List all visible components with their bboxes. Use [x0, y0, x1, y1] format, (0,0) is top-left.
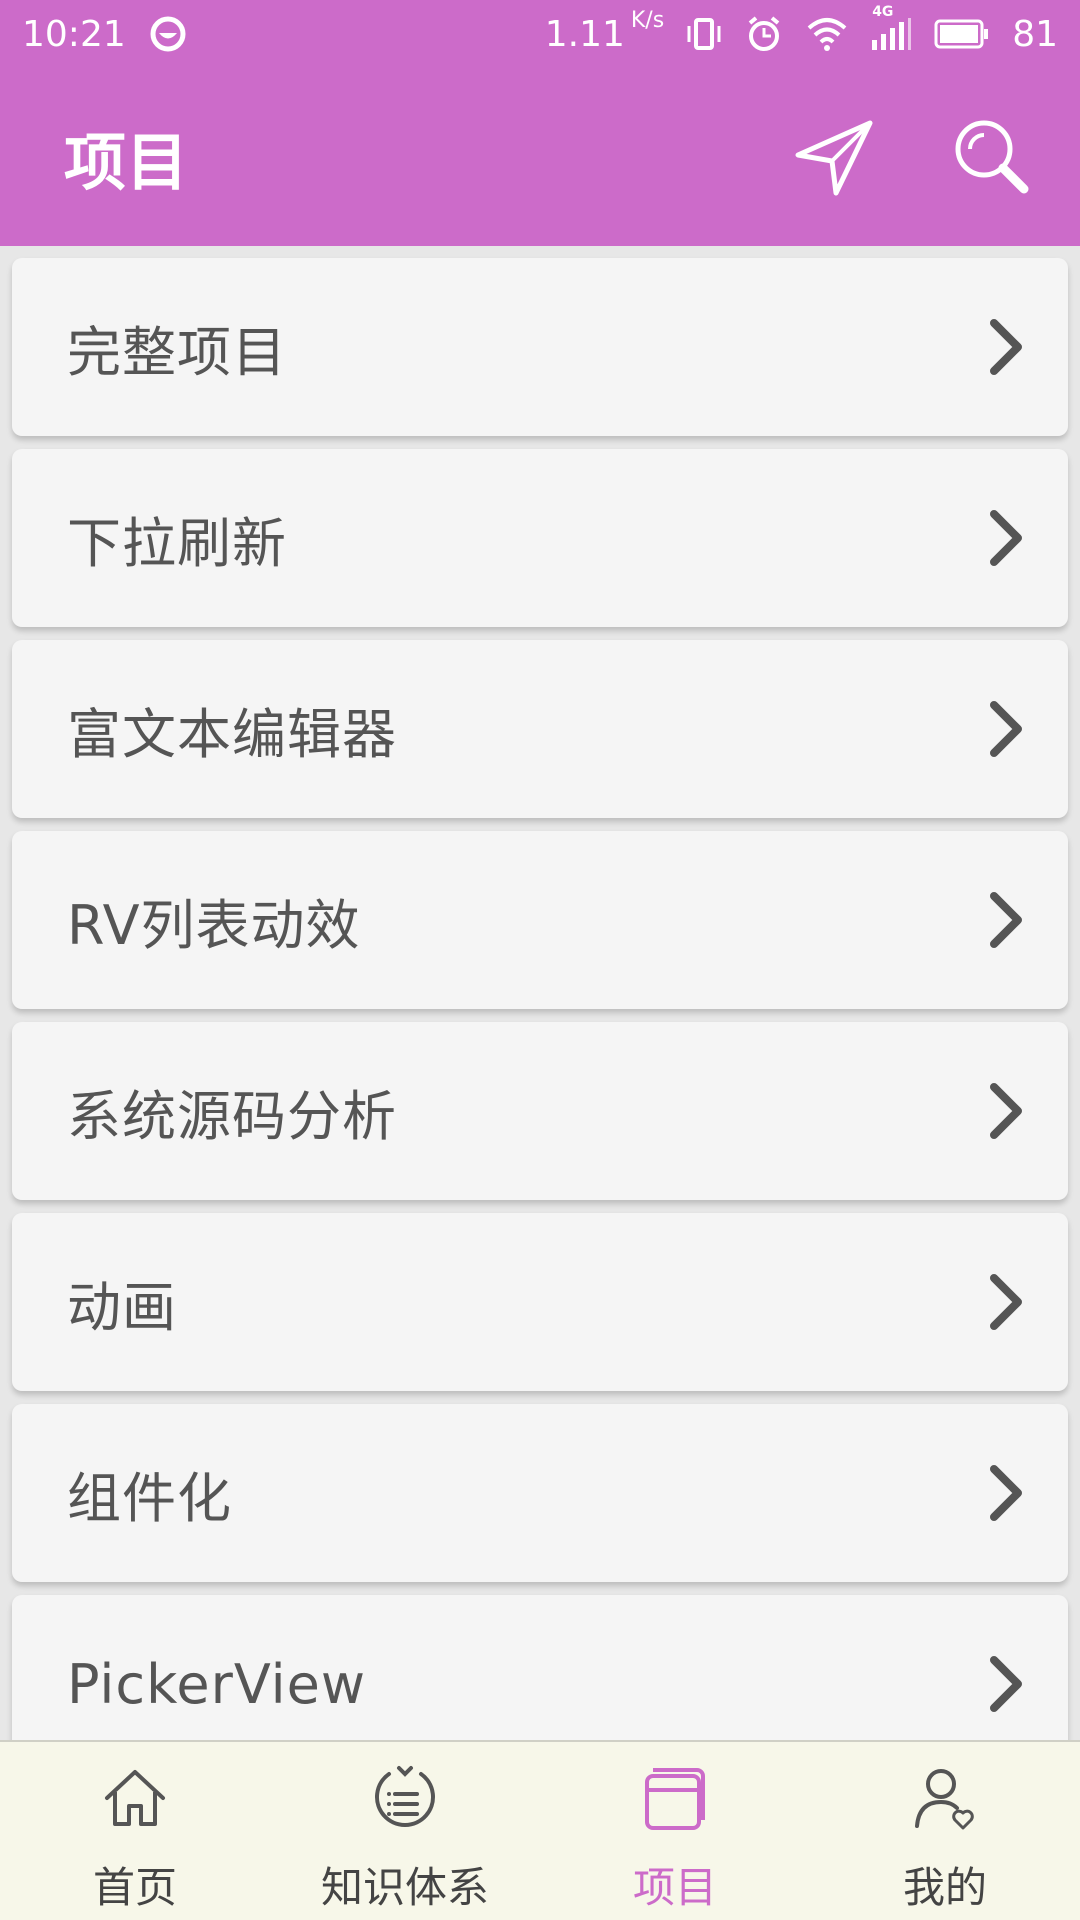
list-item[interactable]: 组件化 — [12, 1404, 1068, 1582]
alarm-icon — [744, 14, 784, 54]
chevron-right-icon — [984, 506, 1028, 570]
list-item-label: 动画 — [67, 1275, 177, 1339]
nav-item-project[interactable]: 项目 — [540, 1742, 810, 1920]
search-button[interactable] — [944, 109, 1040, 205]
list-item[interactable]: 完整项目 — [12, 258, 1068, 436]
chevron-right-icon — [984, 1652, 1028, 1716]
signal-icon: 4G — [870, 4, 912, 52]
vibrate-icon — [686, 16, 722, 52]
navigation-icon — [795, 120, 873, 196]
battery-icon — [934, 18, 990, 50]
network-speed-unit: K/s — [630, 7, 665, 33]
knowledge-icon — [365, 1758, 445, 1838]
chevron-right-icon — [984, 697, 1028, 761]
list-item[interactable]: 系统源码分析 — [12, 1022, 1068, 1200]
bottom-navigation: 首页 知识体系 项目 我的 — [0, 1740, 1080, 1920]
wifi-icon — [806, 16, 848, 52]
status-bar: 10:21 1.11 K/s 4G 81 — [0, 0, 1080, 68]
network-speed-value: 1.11 — [544, 13, 625, 55]
list-item-label: RV列表动效 — [67, 893, 361, 957]
chevron-right-icon — [984, 1270, 1028, 1334]
nav-item-knowledge[interactable]: 知识体系 — [270, 1742, 540, 1920]
network-speed: 1.11 K/s — [544, 8, 664, 55]
nav-item-label: 我的 — [902, 1863, 987, 1912]
search-icon — [955, 120, 1029, 194]
network-type: 4G — [872, 4, 894, 20]
nav-item-home[interactable]: 首页 — [0, 1742, 270, 1920]
home-icon — [95, 1758, 175, 1838]
list-item[interactable]: 下拉刷新 — [12, 449, 1068, 627]
battery-level: 81 — [1012, 13, 1058, 55]
chevron-right-icon — [984, 1079, 1028, 1143]
nav-item-label: 首页 — [92, 1863, 177, 1912]
assistant-icon — [148, 14, 188, 54]
list-item[interactable]: 富文本编辑器 — [12, 640, 1068, 818]
nav-item-profile[interactable]: 我的 — [810, 1742, 1080, 1920]
list-item[interactable]: PickerView — [12, 1595, 1068, 1740]
list-item[interactable]: RV列表动效 — [12, 831, 1068, 1009]
list-item-label: 完整项目 — [67, 320, 287, 384]
project-category-list: 完整项目 下拉刷新 富文本编辑器 RV列表动效 系统源码分析 动画 组件化 Pi… — [0, 246, 1080, 1740]
chevron-right-icon — [984, 1461, 1028, 1525]
list-item-label: 富文本编辑器 — [67, 702, 397, 766]
list-item-label: 下拉刷新 — [67, 511, 287, 575]
app-toolbar: 项目 — [0, 68, 1080, 246]
navigation-button[interactable] — [786, 109, 882, 205]
list-item-label: PickerView — [67, 1652, 366, 1716]
project-icon — [635, 1758, 715, 1838]
list-item-label: 系统源码分析 — [67, 1084, 397, 1148]
chevron-right-icon — [984, 315, 1028, 379]
profile-icon — [905, 1758, 985, 1838]
nav-item-label: 项目 — [632, 1863, 717, 1912]
nav-item-label: 知识体系 — [320, 1863, 489, 1912]
page-title: 项目 — [64, 126, 189, 199]
chevron-right-icon — [984, 888, 1028, 952]
status-time: 10:21 — [22, 13, 126, 55]
list-item-label: 组件化 — [67, 1466, 232, 1530]
list-item[interactable]: 动画 — [12, 1213, 1068, 1391]
